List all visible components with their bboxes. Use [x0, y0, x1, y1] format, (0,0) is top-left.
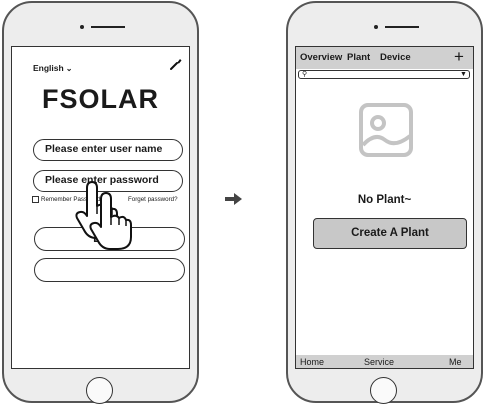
forget-password-link[interactable]: Forget password? — [128, 196, 178, 203]
nav-home[interactable]: Home — [300, 357, 324, 367]
earpiece-speaker — [91, 26, 125, 28]
phone-frame-plant: Overview Plant Device + ⚲ ▼ No Plant~ Cr… — [286, 1, 483, 404]
chevron-down-icon: ⌄ — [65, 64, 73, 73]
front-camera — [374, 25, 378, 29]
tab-overview[interactable]: Overview — [300, 52, 342, 63]
nav-me[interactable]: Me — [449, 357, 462, 367]
filter-icon[interactable]: ▼ — [460, 70, 467, 79]
search-icon: ⚲ — [302, 71, 308, 78]
plant-screen: Overview Plant Device + ⚲ ▼ No Plant~ Cr… — [295, 46, 474, 369]
bottom-nav-bar: Home Service Me — [296, 355, 473, 368]
home-button[interactable] — [86, 377, 113, 404]
front-camera — [80, 25, 84, 29]
checkbox-icon — [32, 196, 39, 203]
earpiece-speaker — [385, 26, 419, 28]
top-tab-bar: Overview Plant Device + — [296, 47, 473, 69]
username-field[interactable]: Please enter user name — [33, 139, 183, 161]
language-label: English — [33, 63, 64, 73]
wrench-icon[interactable] — [169, 57, 183, 71]
nav-service[interactable]: Service — [364, 357, 394, 367]
home-button[interactable] — [370, 377, 397, 404]
secondary-button[interactable] — [34, 258, 185, 282]
search-input[interactable]: ⚲ ▼ — [298, 70, 470, 79]
create-plant-button[interactable]: Create A Plant — [313, 218, 467, 249]
hand-pointer-icon — [89, 192, 132, 250]
image-placeholder-icon — [359, 103, 413, 157]
tab-plant[interactable]: Plant — [347, 52, 370, 63]
brand-logo: FSOLAR — [42, 84, 159, 114]
tab-device[interactable]: Device — [380, 52, 411, 63]
arrow-right-icon — [225, 193, 242, 205]
empty-state-message: No Plant~ — [357, 194, 412, 206]
add-icon[interactable]: + — [454, 47, 464, 67]
language-selector[interactable]: English ⌄ — [33, 63, 72, 73]
